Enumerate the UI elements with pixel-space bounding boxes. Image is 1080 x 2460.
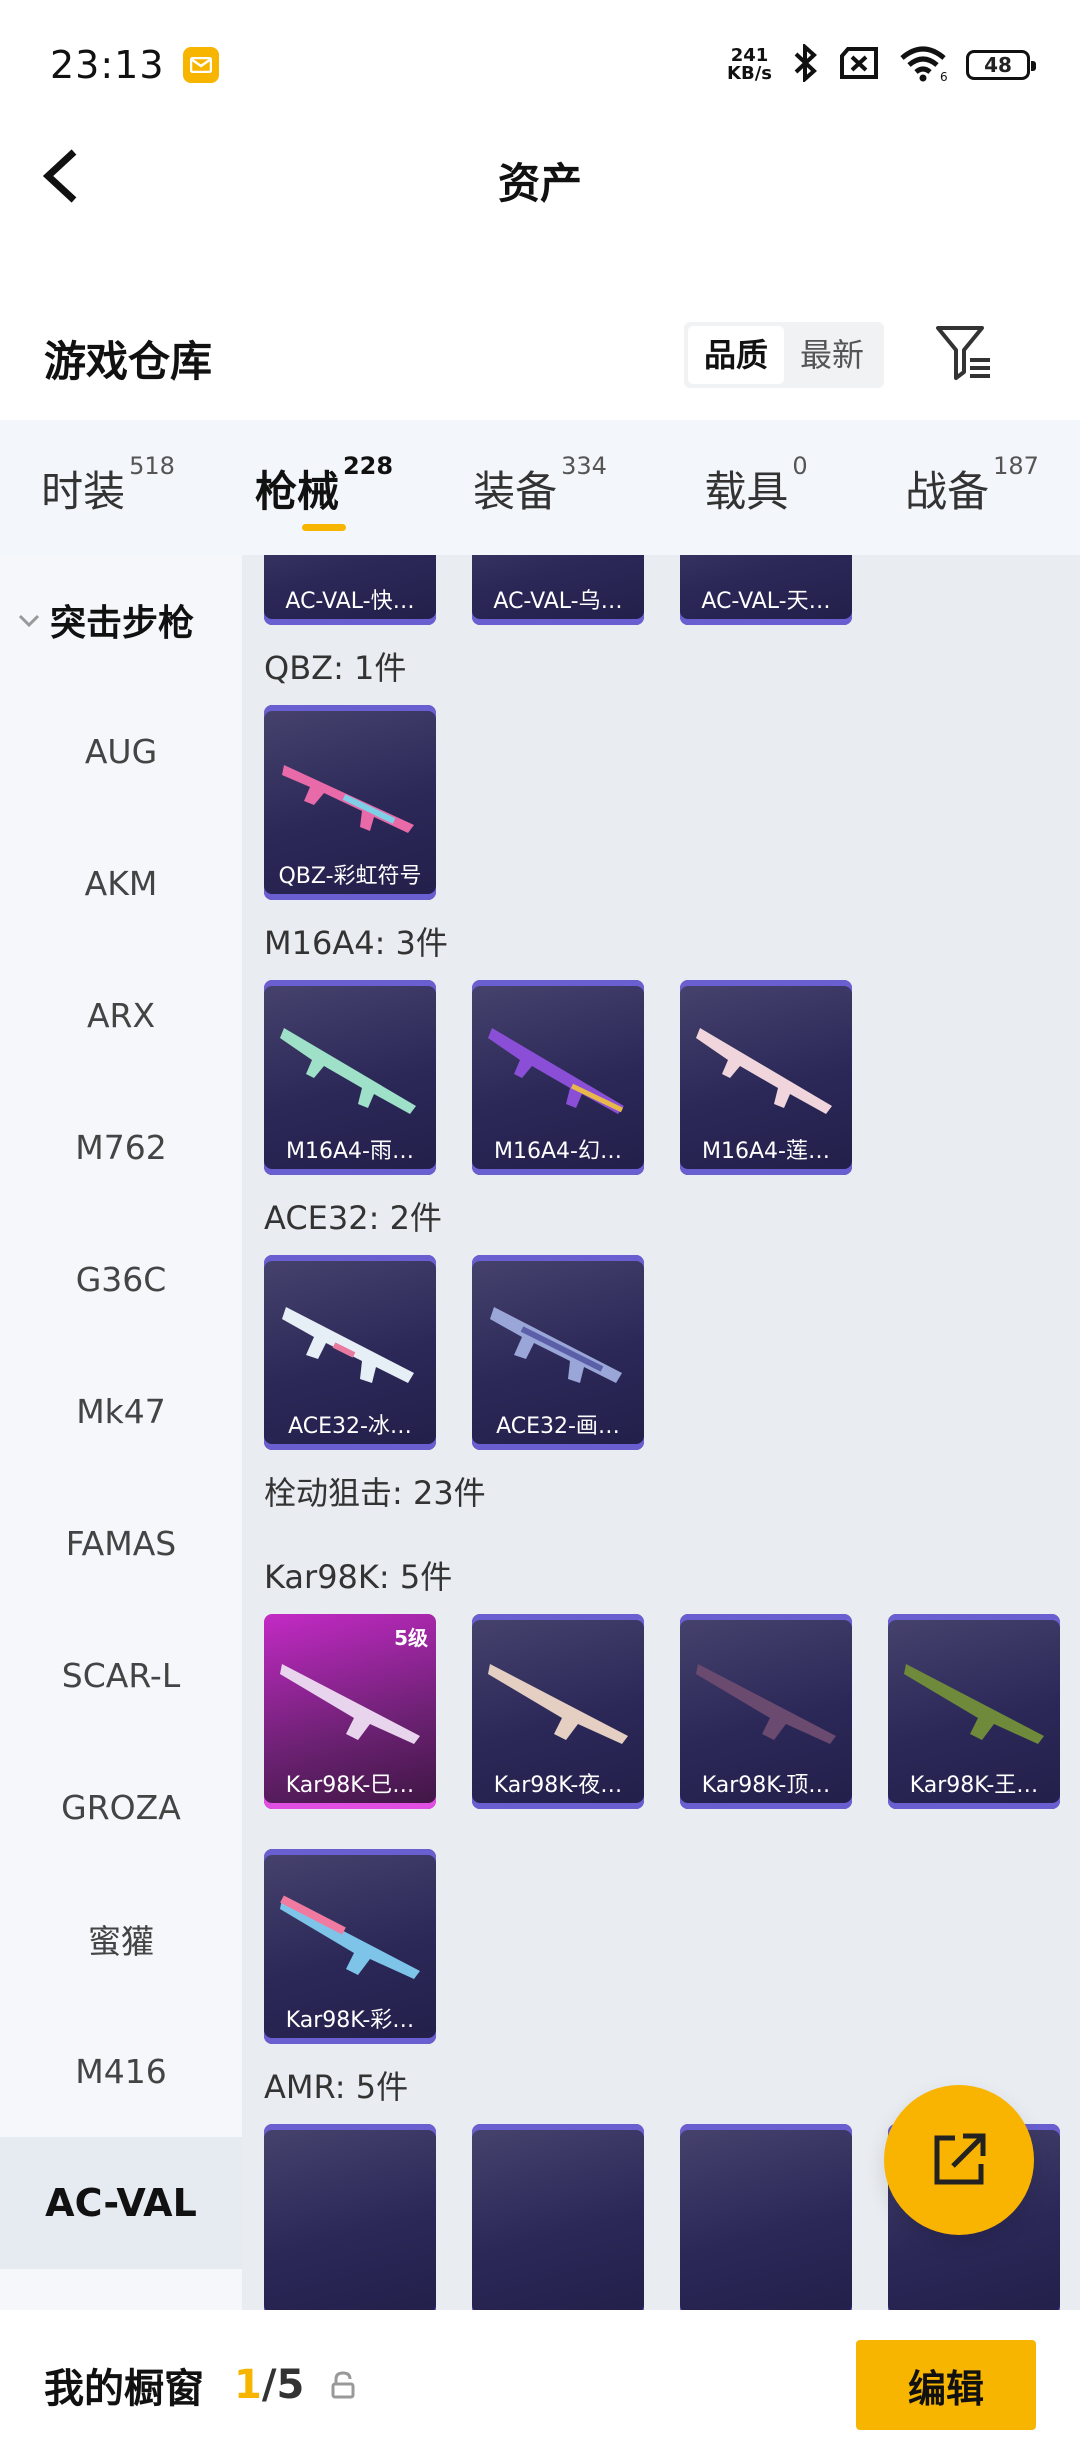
group-label: M16A4: 3件 <box>264 924 448 962</box>
sort-option-quality[interactable]: 品质 <box>688 326 784 384</box>
rifle-icon <box>490 1307 622 1383</box>
category-tabs: 时装518 枪械228 装备334 载具0 战备187 <box>0 420 1080 555</box>
page-title: 资产 <box>497 159 582 208</box>
active-tab-indicator <box>302 524 346 531</box>
item-card[interactable]: AC-VAL-乌… <box>472 555 644 625</box>
item-card[interactable]: Kar98K-顶… <box>680 1614 852 1809</box>
item-card[interactable]: ACE32-冰… <box>264 1255 436 1450</box>
rifle-icon <box>280 1895 420 1979</box>
item-card[interactable] <box>472 2124 644 2310</box>
rifle-icon <box>282 765 414 833</box>
showcase-count: 1/5 <box>234 2362 305 2408</box>
group-label: ACE32: 2件 <box>264 1199 442 1237</box>
item-card[interactable]: M16A4-雨… <box>264 980 436 1175</box>
weapon-type-sidebar: 突击步枪 AUG AKM ARX M762 G36C Mk47 FAMAS SC… <box>0 555 242 2310</box>
group-label: QBZ: 1件 <box>264 649 407 687</box>
tab-fashion[interactable]: 时装518 <box>0 452 216 519</box>
rifle-icon <box>282 1307 414 1383</box>
rifle-icon <box>488 1028 624 1114</box>
tab-equipment[interactable]: 装备334 <box>432 452 648 519</box>
tab-firearms[interactable]: 枪械228 <box>216 452 432 531</box>
section-title: 游戏仓库 <box>44 337 213 386</box>
wifi-icon: 6 <box>898 44 948 86</box>
svg-text:6: 6 <box>940 70 948 82</box>
app-header: 资产 <box>0 130 1080 220</box>
item-card[interactable]: 5级 Kar98K-巳… <box>264 1614 436 1809</box>
sidebar-item-ac-val[interactable]: AC-VAL <box>0 2137 242 2269</box>
item-card[interactable]: Kar98K-彩… <box>264 1849 436 2044</box>
item-card[interactable]: ACE32-画… <box>472 1255 644 1450</box>
network-speed: 241 KB/s <box>727 45 772 84</box>
item-card[interactable] <box>264 2124 436 2310</box>
rifle-icon <box>696 1664 836 1744</box>
sim-off-icon <box>838 46 880 84</box>
item-card[interactable]: AC-VAL-天… <box>680 555 852 625</box>
status-time: 23:13 <box>50 43 165 87</box>
sort-toggle: 品质 最新 <box>684 322 884 388</box>
sidebar-item-scar-l[interactable]: SCAR-L <box>0 1609 242 1741</box>
item-card[interactable]: Kar98K-王… <box>888 1614 1060 1809</box>
bluetooth-icon <box>790 42 820 86</box>
lock-icon <box>331 2371 355 2399</box>
battery-indicator: 48 <box>966 50 1036 80</box>
item-card[interactable]: M16A4-莲… <box>680 980 852 1175</box>
rifle-icon <box>904 1664 1044 1744</box>
rifle-icon <box>280 1664 420 1744</box>
filter-button[interactable] <box>932 322 994 384</box>
sidebar-item-g36c[interactable]: G36C <box>0 1213 242 1345</box>
sidebar-category[interactable]: 突击步枪 <box>0 555 242 685</box>
tab-supplies[interactable]: 战备187 <box>864 452 1080 519</box>
item-card[interactable] <box>680 2124 852 2310</box>
item-grid-area[interactable]: AC-VAL-快… AC-VAL-乌… AC-VAL-天… QBZ: 1件 QB… <box>242 555 1080 2310</box>
showcase-bar: 我的橱窗 1/5 编辑 <box>0 2310 1080 2460</box>
item-card[interactable]: M16A4-幻… <box>472 980 644 1175</box>
rifle-icon <box>696 1028 832 1114</box>
sidebar-item-groza[interactable]: GROZA <box>0 1741 242 1873</box>
item-card[interactable]: QBZ-彩虹符号 <box>264 705 436 900</box>
showcase-label: 我的橱窗 <box>44 2366 204 2412</box>
sidebar-item-honey-badger[interactable]: 蜜獾 <box>0 1873 242 2005</box>
status-bar: 23:13 241 KB/s 6 48 <box>0 0 1080 130</box>
sidebar-item-aug[interactable]: AUG <box>0 685 242 817</box>
sort-option-latest[interactable]: 最新 <box>784 326 880 384</box>
sidebar-item-mk47[interactable]: Mk47 <box>0 1345 242 1477</box>
sidebar-item-akm[interactable]: AKM <box>0 817 242 949</box>
chevron-down-icon <box>18 606 40 634</box>
mail-icon <box>182 47 219 83</box>
section-header: 游戏仓库 品质 最新 <box>0 300 1080 410</box>
rifle-icon <box>488 1664 628 1744</box>
item-card[interactable]: AC-VAL-快… <box>264 555 436 625</box>
sidebar-item-arx[interactable]: ARX <box>0 949 242 1081</box>
tab-vehicles[interactable]: 载具0 <box>648 452 864 519</box>
rifle-icon <box>280 1028 416 1114</box>
share-icon <box>934 2133 986 2185</box>
category-label: 栓动狙击: 23件 <box>264 1474 486 1512</box>
sidebar-item-famas[interactable]: FAMAS <box>0 1477 242 1609</box>
sidebar-item-m762[interactable]: M762 <box>0 1081 242 1213</box>
edit-button[interactable]: 编辑 <box>856 2340 1036 2430</box>
filter-icon <box>936 326 990 380</box>
group-label: Kar98K: 5件 <box>264 1558 453 1596</box>
share-button[interactable] <box>884 2085 1034 2235</box>
item-card[interactable]: Kar98K-夜… <box>472 1614 644 1809</box>
sidebar-item-m416[interactable]: M416 <box>0 2005 242 2137</box>
